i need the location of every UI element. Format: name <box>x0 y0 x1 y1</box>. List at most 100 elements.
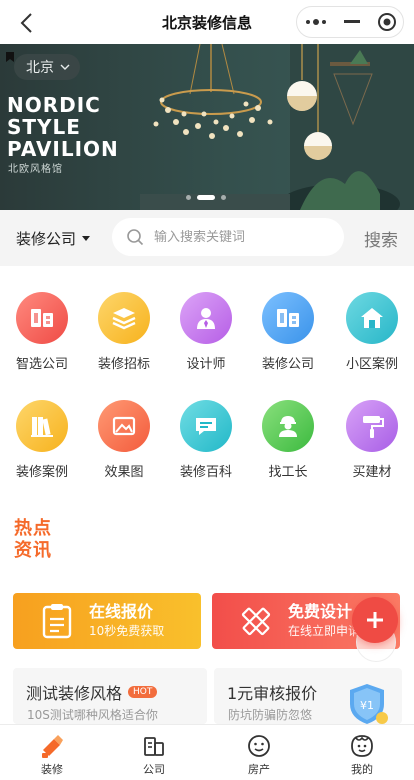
carousel-dot[interactable] <box>221 195 226 200</box>
menu-item-decoration-cases[interactable]: 装修案例 <box>3 394 81 480</box>
plus-icon <box>367 612 383 628</box>
search-icon <box>127 229 144 246</box>
menu-item-label: 买建材 <box>352 465 392 480</box>
menu-icon-bg <box>98 286 158 344</box>
ruler-pencil-icon <box>241 607 271 636</box>
menu-icon-bg <box>262 286 322 344</box>
menu-item-designer[interactable]: 设计师 <box>167 286 245 372</box>
menu-icon-bg <box>180 286 240 344</box>
style-test-card[interactable]: 测试装修风格 HOT 10S测试哪种风格适合你 <box>13 668 207 724</box>
banner-title-line: STYLE <box>7 115 81 139</box>
tab-property[interactable]: 房产 <box>219 733 299 777</box>
menu-item-community-cases[interactable]: 小区案例 <box>333 286 411 372</box>
more-dots-icon <box>306 19 326 25</box>
city-label: 北京 <box>26 60 54 76</box>
stack-icon <box>112 308 136 330</box>
menu-item-label: 装修招标 <box>97 357 150 372</box>
tab-label: 我的 <box>351 763 373 776</box>
carousel-indicator <box>186 195 226 200</box>
mini-program-capsule <box>296 6 404 38</box>
menu-icon-bg <box>98 394 158 452</box>
banner-title-line: NORDIC <box>7 93 101 117</box>
menu-icon-bg <box>16 286 76 344</box>
bottom-tab-bar: 装修 公司 房产 我的 <box>0 724 414 780</box>
designer-icon <box>197 308 215 329</box>
menu-item-label: 设计师 <box>186 357 226 372</box>
menu-item-encyclopedia[interactable]: 装修百科 <box>167 394 245 480</box>
menu-item-smart-company[interactable]: 智选公司 <box>3 286 81 372</box>
profile-icon <box>351 735 373 757</box>
banner-title-line: PAVILION <box>7 137 119 161</box>
menu-item-renderings[interactable]: 效果图 <box>85 394 163 480</box>
tab-label: 公司 <box>143 763 165 776</box>
navigation-bar: 北京装修信息 <box>0 0 414 44</box>
hot-news-logo[interactable]: 热点 资讯 <box>14 518 52 562</box>
banner-subtitle: 北欧风格馆 <box>8 164 63 175</box>
add-button[interactable] <box>352 597 398 643</box>
search-button[interactable]: 搜索 <box>364 226 398 251</box>
menu-item-label: 装修案例 <box>15 465 68 480</box>
tab-label: 装修 <box>41 763 63 776</box>
building-icon <box>277 309 299 327</box>
hot-news-line: 资讯 <box>14 540 52 561</box>
menu-item-label: 智选公司 <box>15 357 68 372</box>
caret-down-icon <box>82 236 91 241</box>
card-text: 在线报价 10秒免费获取 <box>89 602 164 640</box>
category-label: 装修公司 <box>16 230 77 248</box>
online-quote-card[interactable]: 在线报价 10秒免费获取 <box>13 593 201 649</box>
menu-icon-bg <box>16 394 76 452</box>
menu-item-company[interactable]: 装修公司 <box>249 286 327 372</box>
search-input[interactable] <box>154 229 334 245</box>
worker-icon <box>279 416 297 437</box>
hot-badge: HOT <box>128 686 158 698</box>
category-dropdown[interactable]: 装修公司 <box>16 228 91 249</box>
paint-roller-icon <box>363 416 384 438</box>
card-subtitle: 10秒免费获取 <box>89 624 165 638</box>
promo-banner[interactable]: 北京 NORDIC STYLE PAVILION 北欧风格馆 <box>0 44 414 210</box>
menu-item-label: 效果图 <box>104 465 144 480</box>
menu-icon-bg <box>346 286 406 344</box>
city-selector[interactable]: 北京 <box>14 54 80 80</box>
tab-company[interactable]: 公司 <box>114 733 194 777</box>
menu-item-find-foreman[interactable]: 找工长 <box>249 394 327 480</box>
card-subtitle: 防坑防骗防忽悠 <box>228 708 313 722</box>
card-title: 测试装修风格 <box>26 684 123 703</box>
company-icon <box>144 737 164 756</box>
tab-profile[interactable]: 我的 <box>322 733 402 777</box>
shield-text: ¥1 <box>360 699 374 712</box>
banner-title: NORDIC STYLE PAVILION <box>7 94 119 160</box>
minus-icon <box>344 20 360 23</box>
hot-news-line: 热点 <box>14 518 52 539</box>
menu-icon-bg <box>262 394 322 452</box>
minimize-button[interactable] <box>335 7 369 37</box>
search-box[interactable] <box>112 218 344 256</box>
chevron-down-icon <box>60 64 70 70</box>
target-circle-icon <box>378 13 396 31</box>
quote-review-card[interactable]: 1元审核报价 防坑防骗防忽悠 ¥1 <box>214 668 402 724</box>
home-icon <box>361 308 383 328</box>
card-title: 在线报价 <box>89 602 154 621</box>
shield-icon: ¥1 <box>350 684 388 724</box>
card-subtitle: 10S测试哪种风格适合你 <box>27 708 158 722</box>
carousel-dot[interactable] <box>186 195 191 200</box>
search-bar: 装修公司 搜索 <box>0 210 414 266</box>
menu-icon-bg <box>346 394 406 452</box>
menu-item-bidding[interactable]: 装修招标 <box>85 286 163 372</box>
menu-item-label: 找工长 <box>268 465 308 480</box>
card-title-row: 测试装修风格 HOT <box>26 680 158 704</box>
hammer-icon <box>42 735 63 758</box>
building-icon <box>31 309 53 327</box>
clipboard-icon <box>42 604 72 639</box>
close-button[interactable] <box>369 7 405 37</box>
tab-decoration[interactable]: 装修 <box>12 733 92 777</box>
card-title: 免费设计 <box>288 602 353 621</box>
card-title: 1元审核报价 <box>227 684 318 703</box>
chat-icon <box>196 418 216 435</box>
tab-label: 房产 <box>248 763 270 776</box>
menu-item-label: 装修公司 <box>261 357 314 372</box>
menu-item-label: 装修百科 <box>179 465 232 480</box>
face-icon <box>248 735 270 757</box>
menu-item-building-materials[interactable]: 买建材 <box>333 394 411 480</box>
more-button[interactable] <box>297 7 335 37</box>
carousel-dot-active[interactable] <box>197 195 215 200</box>
